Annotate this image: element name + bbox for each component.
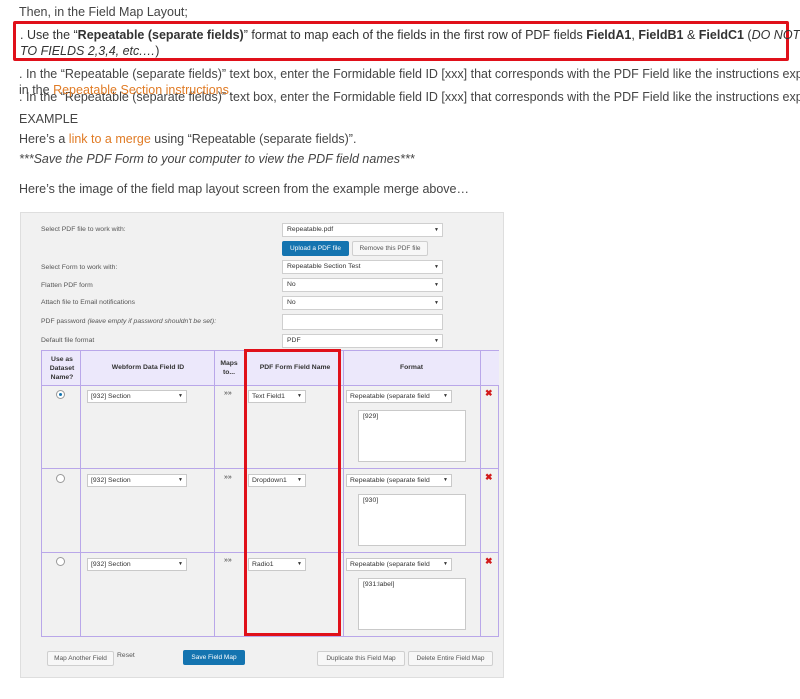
webform-select[interactable]: [932] Section ▼ <box>87 474 187 487</box>
chevron-down-icon: ▼ <box>443 561 448 567</box>
duplicate-field-map-button[interactable]: Duplicate this Field Map <box>317 651 405 666</box>
delete-icon[interactable]: ✖ <box>485 556 493 567</box>
dataset-radio[interactable] <box>56 474 65 483</box>
field-map-actions: Map Another Field Reset Save Field Map D… <box>21 641 503 677</box>
pdf-field-highlight <box>244 349 341 636</box>
format-select[interactable]: Repeatable (separate field ▼ <box>346 390 452 403</box>
chevron-down-icon: ▼ <box>434 227 439 233</box>
step-2-line-2: in the Repeatable Section instructions. <box>19 83 233 97</box>
webform-select[interactable]: [932] Section ▼ <box>87 390 187 403</box>
delete-icon[interactable]: ✖ <box>485 388 493 399</box>
dataset-radio[interactable] <box>56 390 65 399</box>
attach-select[interactable]: No ▼ <box>282 296 443 310</box>
attach-label: Attach file to Email notifications <box>41 299 136 306</box>
remove-pdf-button[interactable]: Remove this PDF file <box>352 241 428 256</box>
highlighted-instruction: . Use the “Repeatable (separate fields)”… <box>13 21 800 61</box>
format-select[interactable]: PDF ▼ <box>282 334 443 348</box>
step-1-text-cont: TO FIELDS 2,3,4, etc.…) <box>20 44 160 58</box>
chevron-down-icon: ▼ <box>434 282 439 288</box>
image-caption: Here’s the image of the field map layout… <box>19 182 469 196</box>
pdf-file-select[interactable]: Repeatable.pdf ▼ <box>282 223 443 237</box>
merge-link[interactable]: link to a merge <box>69 132 151 146</box>
save-field-map-button[interactable]: Save Field Map <box>183 650 245 665</box>
form-label: Select Form to work with: <box>41 264 118 271</box>
chevron-down-icon: ▼ <box>178 561 183 567</box>
header-dataset: Use as Dataset Name? <box>49 356 75 381</box>
webform-select[interactable]: [932] Section ▼ <box>87 558 187 571</box>
flatten-select[interactable]: No ▼ <box>282 278 443 292</box>
maps-arrow-icon: »» <box>224 390 232 397</box>
password-label: PDF password (leave empty if password sh… <box>41 318 217 325</box>
format-select[interactable]: Repeatable (separate field ▼ <box>346 558 452 571</box>
delete-icon[interactable]: ✖ <box>485 472 493 483</box>
header-maps: Maps to... <box>220 360 238 376</box>
field-map-screenshot: Select PDF file to work with: Repeatable… <box>20 212 504 678</box>
repeatable-section-link[interactable]: Repeatable Section instructions <box>53 83 229 97</box>
chevron-down-icon: ▼ <box>178 393 183 399</box>
example-heading: EXAMPLE <box>19 112 79 126</box>
chevron-down-icon: ▼ <box>434 300 439 306</box>
save-note: ***Save the PDF Form to your computer to… <box>19 152 415 166</box>
reset-link[interactable]: Reset <box>117 652 135 659</box>
intro-line: Then, in the Field Map Layout; <box>19 5 188 19</box>
repeatable-textarea[interactable]: [929] <box>358 410 466 462</box>
delete-field-map-button[interactable]: Delete Entire Field Map <box>408 651 493 666</box>
header-webform: Webform Data Field ID <box>111 364 185 371</box>
repeatable-textarea[interactable]: [930] <box>358 494 466 546</box>
chevron-down-icon: ▼ <box>434 264 439 270</box>
merge-link-line: Here’s a link to a merge using “Repeatab… <box>19 132 357 146</box>
repeatable-textarea[interactable]: [931:label] <box>358 578 466 630</box>
dataset-radio[interactable] <box>56 557 65 566</box>
maps-arrow-icon: »» <box>224 474 232 481</box>
form-select[interactable]: Repeatable Section Test ▼ <box>282 260 443 274</box>
format-select[interactable]: Repeatable (separate field ▼ <box>346 474 452 487</box>
password-input[interactable] <box>282 314 443 330</box>
chevron-down-icon: ▼ <box>178 477 183 483</box>
maps-arrow-icon: »» <box>224 557 232 564</box>
map-another-field-button[interactable]: Map Another Field <box>47 651 114 666</box>
chevron-down-icon: ▼ <box>443 393 448 399</box>
chevron-down-icon: ▼ <box>434 338 439 344</box>
chevron-down-icon: ▼ <box>443 477 448 483</box>
upload-pdf-button[interactable]: Upload a PDF file <box>282 241 349 256</box>
pdf-file-label: Select PDF file to work with: <box>41 226 126 233</box>
format-label: Default file format <box>41 337 95 344</box>
flatten-label: Flatten PDF form <box>41 282 93 289</box>
header-format: Format <box>399 364 424 371</box>
